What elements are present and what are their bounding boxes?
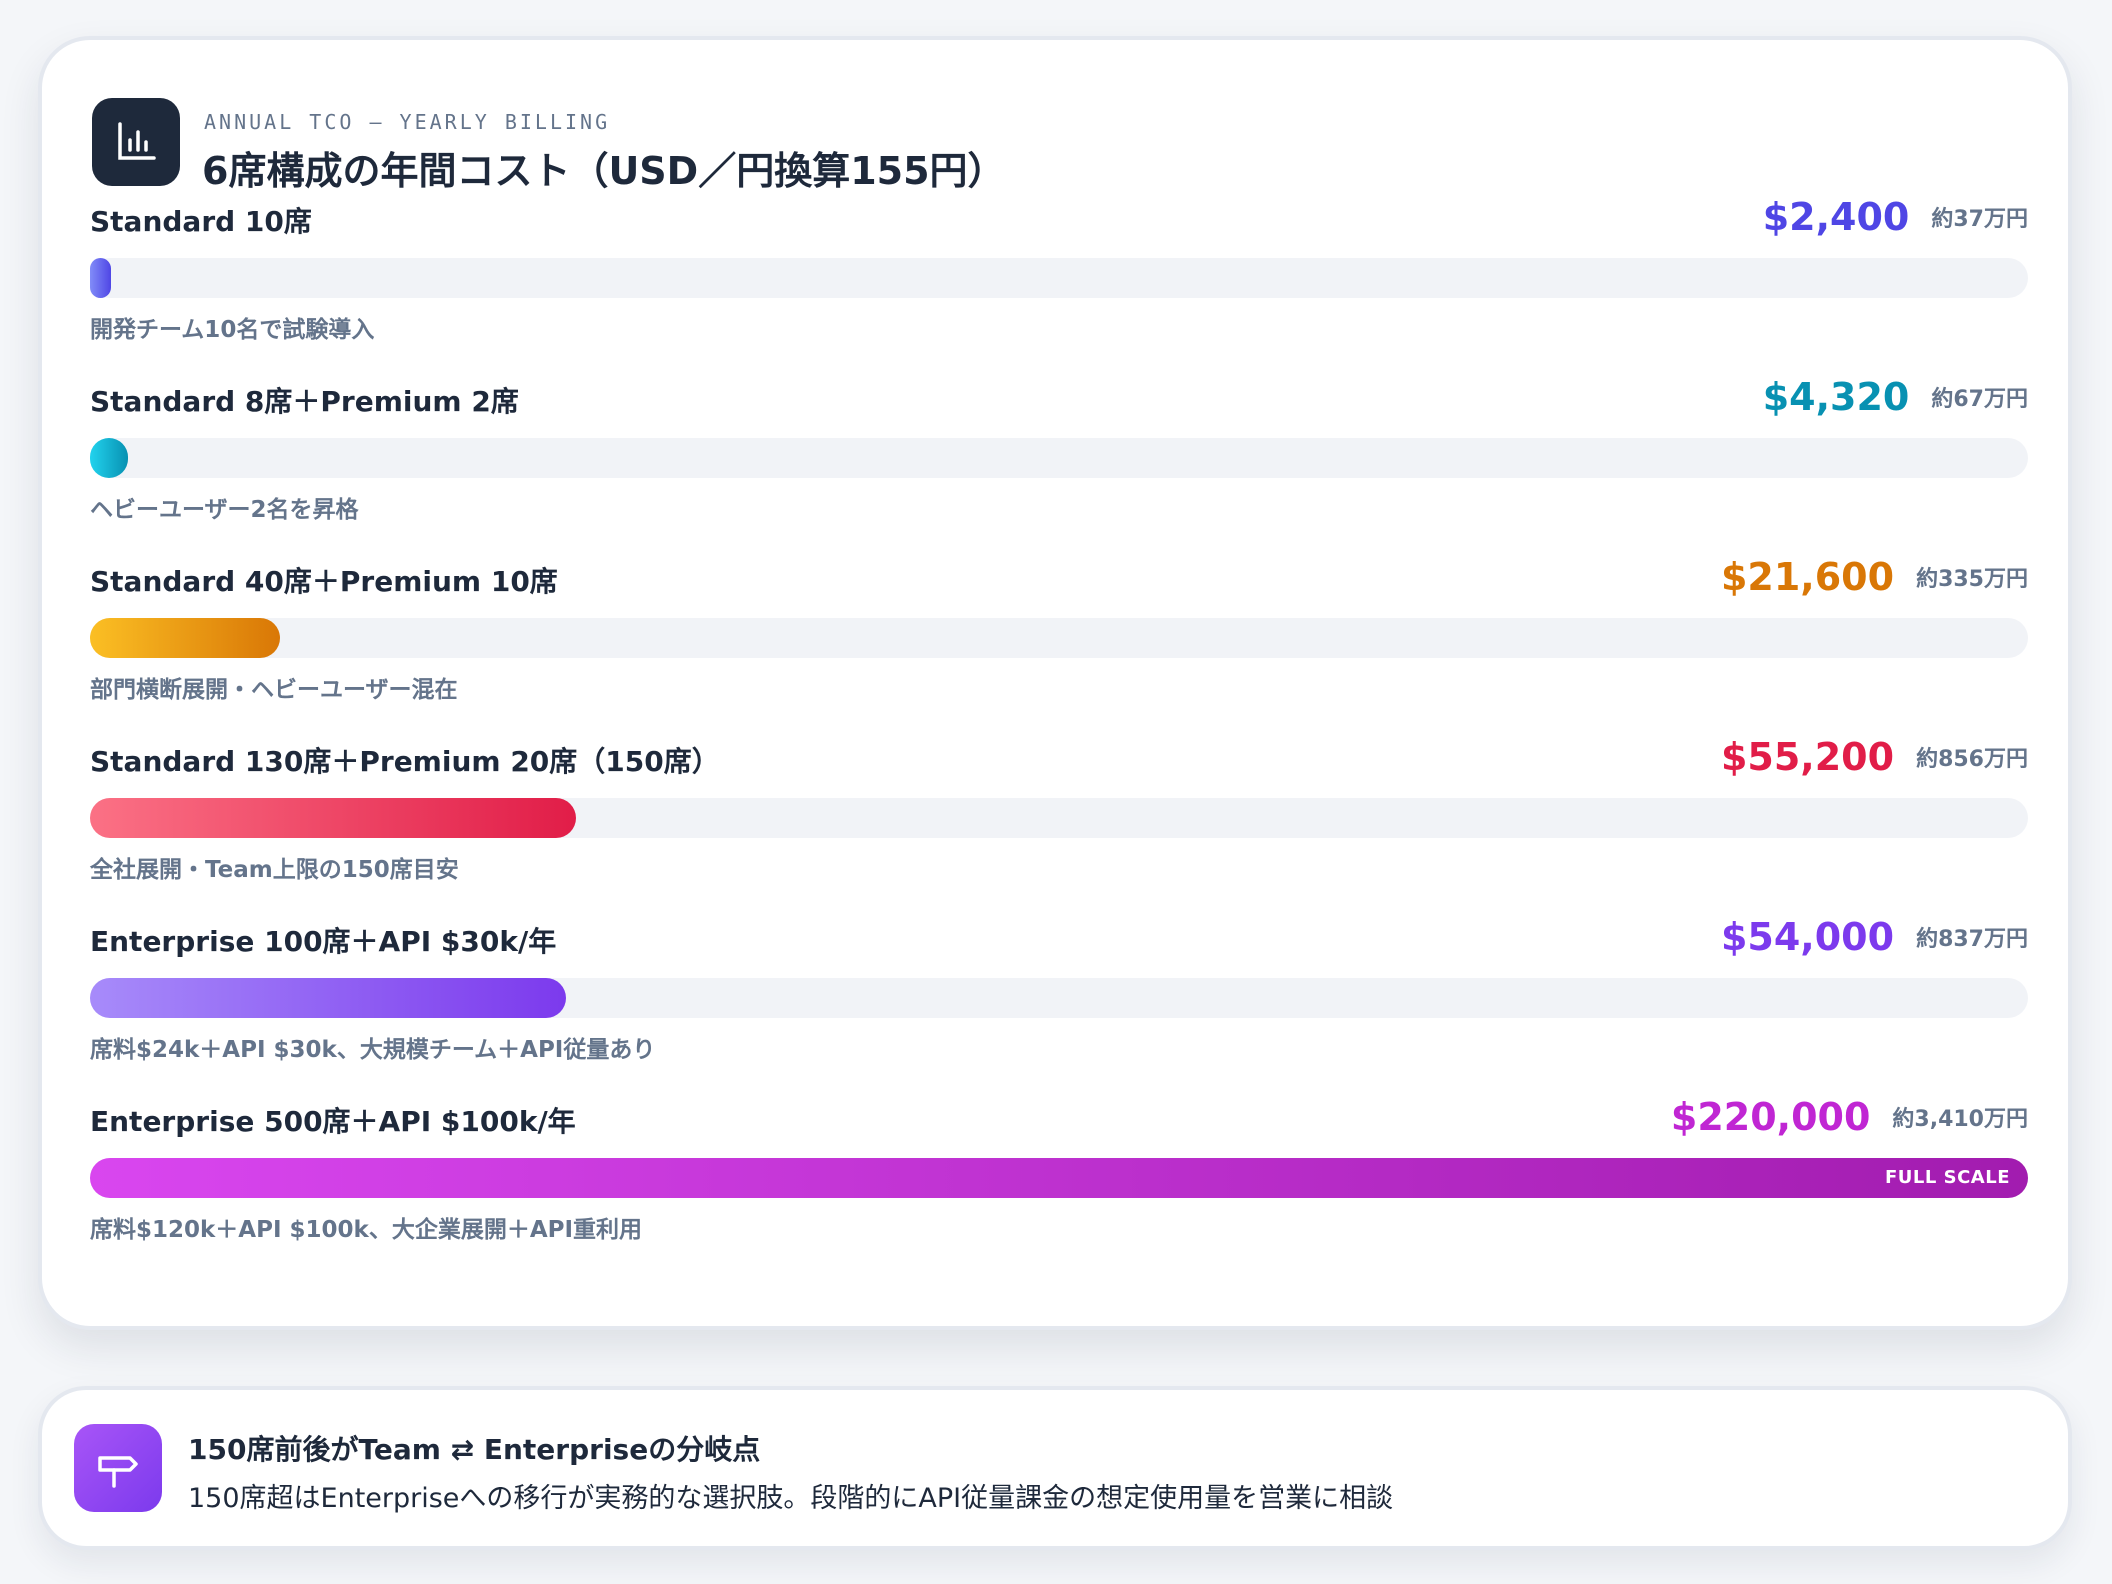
bar-fill <box>90 978 566 1018</box>
bar-track <box>90 798 2028 838</box>
bar-fill <box>90 618 281 658</box>
eyebrow-label: ANNUAL TCO — YEARLY BILLING <box>204 110 611 134</box>
bar-value-label: $55,200 <box>1720 735 1895 779</box>
bar-row: Enterprise 500席＋API $100k/年 $220,000 約3,41… <box>90 1092 2028 1243</box>
bar-yen-label: 約37万円 <box>1931 207 2028 232</box>
bar-note: 席料$24k＋API $30k、大規模チーム＋API従量あり <box>90 1037 656 1063</box>
bar-category-label: Enterprise 500席＋API $100k/年 <box>90 1105 576 1138</box>
bar-value-group: $21,600 約335万円 <box>1721 552 2028 602</box>
bar-fill <box>90 438 129 478</box>
full-scale-badge: FULL SCALE <box>1885 1167 2010 1188</box>
bar-chart-icon <box>92 98 180 186</box>
bar-yen-label: 約67万円 <box>1931 387 2028 412</box>
bar-fill <box>90 258 112 298</box>
bar-category-label: Standard 130席＋Premium 20席（150席） <box>90 745 720 778</box>
bar-yen-label: 約837万円 <box>1916 927 2028 952</box>
bar-value-group: $2,400 約37万円 <box>1763 192 2028 242</box>
bar-value-group: $220,000 約3,410万円 <box>1671 1092 2028 1142</box>
bar-track <box>90 438 2028 478</box>
bar-category-label: Standard 10席 <box>90 205 312 238</box>
bar-value-label: $220,000 <box>1670 1095 1871 1139</box>
bar-value-label: $2,400 <box>1762 195 1910 239</box>
bar-track <box>90 258 2028 298</box>
bar-category-label: Enterprise 100席＋API $30k/年 <box>90 925 557 958</box>
bar-value-label: $21,600 <box>1720 555 1895 599</box>
bar-yen-label: 約856万円 <box>1916 747 2028 772</box>
bar-fill: FULL SCALE <box>90 1158 2028 1198</box>
callout-card: 150席前後がTeam ⇄ Enterpriseの分岐点 150席超はEnter… <box>38 1386 2072 1550</box>
bar-row: Standard 8席＋Premium 2席 $4,320 約67万円ヘビーユーザー… <box>90 372 2028 523</box>
bar-yen-label: 約3,410万円 <box>1892 1107 2028 1132</box>
bar-row: Standard 40席＋Premium 10席 $21,600 約335万円部門横… <box>90 552 2028 703</box>
bar-track <box>90 978 2028 1018</box>
bar-yen-label: 約335万円 <box>1916 567 2028 592</box>
bar-note: 席料$120k＋API $100k、大企業展開＋API重利用 <box>90 1217 643 1243</box>
bar-value-group: $54,000 約837万円 <box>1721 912 2028 962</box>
bar-value-label: $4,320 <box>1762 375 1910 419</box>
bar-row: Standard 130席＋Premium 20席（150席） $55,200 約8… <box>90 732 2028 883</box>
bar-value-label: $54,000 <box>1720 915 1895 959</box>
callout-body: 150席超はEnterpriseへの移行が実務的な選択肢。段階的にAPI従量課金… <box>188 1483 1394 1514</box>
page-title: 6席構成の年間コスト（USD／円換算155円） <box>202 149 1006 193</box>
bar-fill <box>90 798 577 838</box>
callout-title: 150席前後がTeam ⇄ Enterpriseの分岐点 <box>188 1433 761 1466</box>
bar-value-group: $4,320 約67万円 <box>1763 372 2028 422</box>
bar-note: ヘビーユーザー2名を昇格 <box>90 497 359 523</box>
bar-category-label: Standard 8席＋Premium 2席 <box>90 385 519 418</box>
bar-note: 開発チーム10名で試験導入 <box>90 317 375 343</box>
bar-track <box>90 618 2028 658</box>
bar-category-label: Standard 40席＋Premium 10席 <box>90 565 558 598</box>
bar-row: Standard 10席 $2,400 約37万円開発チーム10名で試験導入 <box>90 192 2028 343</box>
bar-row: Enterprise 100席＋API $30k/年 $54,000 約837万円席… <box>90 912 2028 1063</box>
bar-note: 部門横断展開・ヘビーユーザー混在 <box>90 677 458 703</box>
signpost-icon <box>74 1424 162 1512</box>
bar-track: FULL SCALE <box>90 1158 2028 1198</box>
bar-note: 全社展開・Team上限の150席目安 <box>90 857 459 883</box>
tco-card: ANNUAL TCO — YEARLY BILLING 6席構成の年間コスト（U… <box>38 36 2072 1330</box>
bar-value-group: $55,200 約856万円 <box>1721 732 2028 782</box>
